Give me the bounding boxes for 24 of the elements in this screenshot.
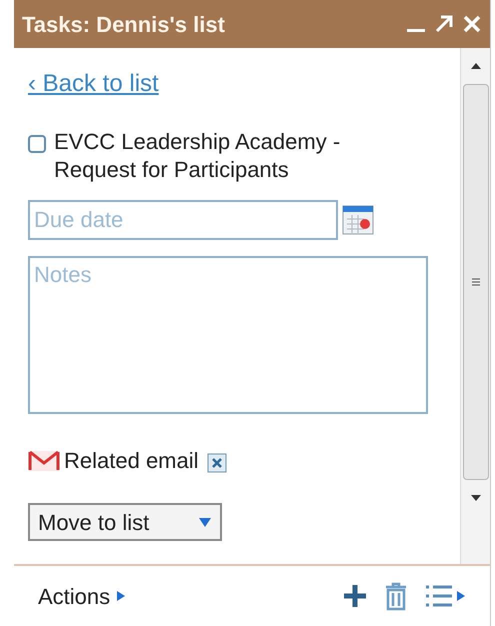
caret-icon	[198, 516, 212, 528]
scroll-down-icon[interactable]	[470, 494, 482, 502]
scrollbar-thumb[interactable]	[462, 84, 488, 480]
window-title: Tasks: Dennis's list	[22, 10, 226, 38]
actions-menu[interactable]: Actions	[38, 580, 126, 612]
calendar-icon[interactable]	[342, 205, 374, 235]
related-email-label[interactable]: Related email	[64, 444, 199, 477]
notes-field[interactable]: Notes	[28, 256, 428, 414]
scrollbar[interactable]	[460, 48, 490, 564]
task-title: EVCC Leadership Academy - Request for Participants	[54, 128, 342, 184]
due-date-field[interactable]: Due date	[28, 200, 338, 240]
remove-icon[interactable]	[206, 452, 227, 472]
list-menu-icon[interactable]	[424, 583, 466, 609]
back-link[interactable]: ‹ Back to list	[28, 66, 460, 102]
grip-icon	[470, 277, 480, 287]
mail-icon	[28, 450, 60, 472]
arrow-icon	[116, 590, 126, 602]
close-icon[interactable]	[462, 14, 482, 34]
add-icon[interactable]	[342, 583, 368, 609]
scroll-up-icon[interactable]	[470, 62, 482, 70]
task-checkbox[interactable]	[28, 135, 46, 153]
move-to-list-dropdown[interactable]: Move to list	[28, 503, 222, 541]
trash-icon[interactable]	[384, 581, 408, 611]
pop-out-icon[interactable]	[434, 14, 454, 34]
